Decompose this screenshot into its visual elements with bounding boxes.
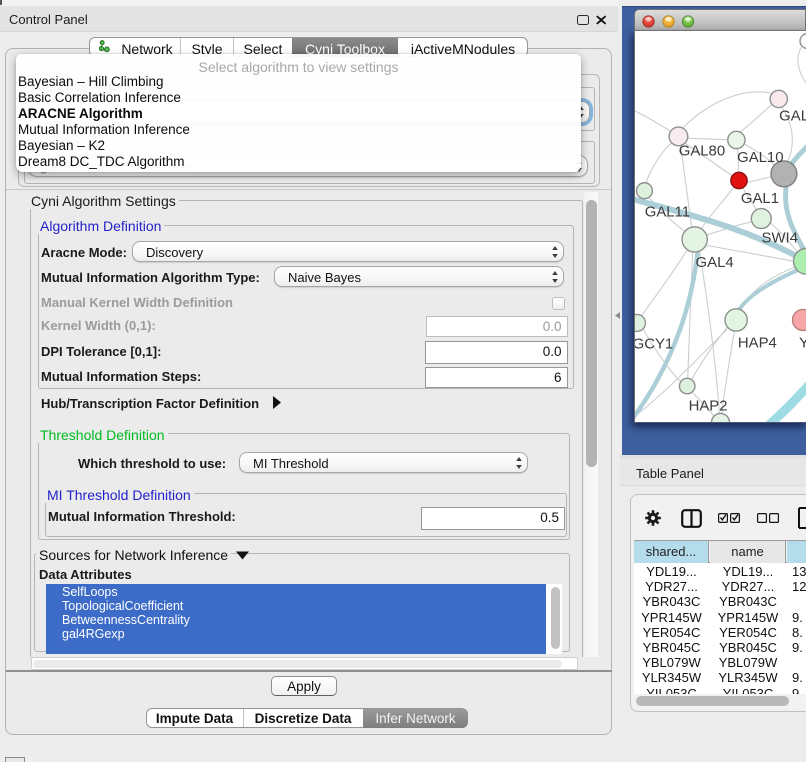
svg-text:YML0: YML0 bbox=[799, 335, 806, 351]
svg-text:GAL10: GAL10 bbox=[737, 150, 783, 166]
svg-text:GAL11: GAL11 bbox=[645, 205, 690, 221]
svg-text:GCY1: GCY1 bbox=[634, 336, 673, 352]
svg-text:GAL80: GAL80 bbox=[679, 143, 725, 159]
svg-text:GAL1: GAL1 bbox=[741, 191, 779, 207]
svg-text:GAL4: GAL4 bbox=[696, 255, 734, 271]
svg-text:SWI4: SWI4 bbox=[762, 230, 798, 246]
svg-text:HAP2: HAP2 bbox=[689, 399, 728, 415]
svg-text:HAP4: HAP4 bbox=[738, 335, 777, 351]
svg-text:GAL7: GAL7 bbox=[779, 109, 806, 125]
